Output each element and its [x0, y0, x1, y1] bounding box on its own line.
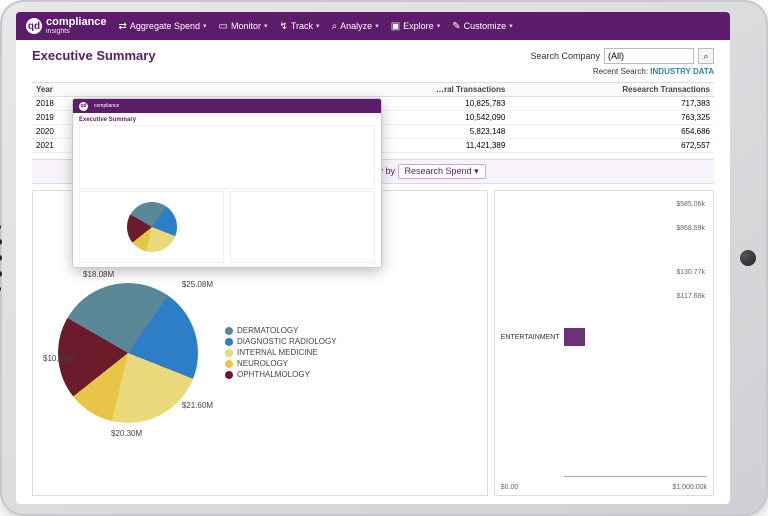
recent-search-value[interactable]: INDUSTRY DATA [650, 67, 714, 76]
col-ral-transactions[interactable]: …ral Transactions [301, 85, 506, 94]
chevron-down-icon: ▾ [203, 22, 207, 30]
search-icon: ⌕ [703, 51, 708, 62]
monitor-icon: ▭ [219, 21, 228, 32]
brand-name: compliance [46, 17, 107, 28]
legend-item[interactable]: NEUROLOGY [225, 359, 337, 368]
cell-research: 672,557 [505, 141, 710, 150]
xaxis-min: $0.00 [501, 484, 519, 491]
pie-graphic [58, 283, 198, 423]
brand-logo-icon: qd [26, 18, 42, 34]
tablet-home-button[interactable] [740, 250, 756, 266]
nav-analyze[interactable]: ⌕ Analyze ▾ [332, 21, 379, 32]
nav-label: Track [291, 21, 313, 31]
swatch-icon [225, 327, 233, 335]
tablet-frame: qd compliance insights ⇄ Aggregate Spend… [0, 0, 768, 516]
table-header: Year …ral Transactions Research Transact… [32, 83, 714, 97]
legend-label: NEUROLOGY [237, 359, 288, 368]
analyze-icon: ⌕ [332, 21, 338, 32]
search-button[interactable]: ⌕ [698, 48, 714, 64]
cell-research: 654,686 [505, 127, 710, 136]
overlay-mini-pie-panel [79, 191, 224, 263]
legend-label: DERMATOLOGY [237, 326, 299, 335]
nav-customize[interactable]: ✎ Customize ▾ [452, 21, 512, 32]
col-research-transactions[interactable]: Research Transactions [505, 85, 710, 94]
slice-label-ophthalmology: $18.08M [83, 270, 114, 279]
overlay-title: Executive Summary [79, 117, 375, 123]
overlay-topbar: qd compliance [73, 99, 381, 113]
app-screen: qd compliance insights ⇄ Aggregate Spend… [16, 12, 730, 504]
ytick: $130.77k [676, 269, 705, 276]
swatch-icon [225, 371, 233, 379]
overlay-body: Executive Summary [73, 113, 381, 267]
nav-label: Aggregate Spend [130, 21, 200, 31]
brand[interactable]: qd compliance insights [26, 17, 107, 35]
overlay-mini-right-panel [230, 191, 375, 263]
brand-logo-icon: qd [79, 102, 88, 111]
specialty-by-value: Research Spend [405, 166, 472, 176]
legend-item[interactable]: INTERNAL MEDICINE [225, 348, 337, 357]
hbar-plot[interactable]: $585.06k $868.59k $130.77k $117.68k [564, 197, 707, 477]
overlay-mini-pie [127, 202, 177, 252]
legend-item[interactable]: OPHTHALMOLOGY [225, 370, 337, 379]
chevron-down-icon: ▾ [437, 22, 441, 30]
cell-research: 763,325 [505, 113, 710, 122]
nav-track[interactable]: ↯ Track ▾ [279, 21, 319, 32]
chevron-down-icon: ▾ [509, 22, 513, 30]
pie-legend: DERMATOLOGY DIAGNOSTIC RADIOLOGY INTERNA… [225, 326, 337, 379]
aggregate-spend-icon: ⇄ [119, 21, 127, 32]
nav-label: Customize [464, 21, 507, 31]
slice-label-neurology: $10.13M [43, 354, 74, 363]
customize-icon: ✎ [452, 21, 460, 32]
ytick: $585.06k [676, 201, 705, 208]
chevron-down-icon: ▾ [264, 22, 268, 30]
swatch-icon [225, 349, 233, 357]
recent-search-label: Recent Search: [593, 67, 648, 76]
legend-label: OPHTHALMOLOGY [237, 370, 310, 379]
chevron-down-icon: ▾ [316, 22, 320, 30]
legend-label: DIAGNOSTIC RADIOLOGY [237, 337, 337, 346]
col-year[interactable]: Year [36, 85, 96, 94]
cell-research: 717,383 [505, 99, 710, 108]
chevron-down-icon: ▾ [375, 22, 379, 30]
slice-label-diagnostic-radiology: $20.30M [111, 429, 142, 438]
page-title: Executive Summary [32, 48, 156, 63]
nav-explore[interactable]: ▣ Explore ▾ [391, 21, 440, 32]
tablet-speaker-dots [0, 225, 2, 291]
top-nav-bar: qd compliance insights ⇄ Aggregate Spend… [16, 12, 730, 40]
nav-label: Analyze [340, 21, 372, 31]
track-icon: ↯ [279, 21, 287, 32]
nav-aggregate-spend[interactable]: ⇄ Aggregate Spend ▾ [119, 21, 207, 32]
search-area: Search Company ⌕ Recent Search: INDUSTRY… [530, 48, 714, 76]
search-input[interactable] [604, 48, 694, 64]
swatch-icon [225, 338, 233, 346]
ytick: $117.68k [677, 293, 705, 300]
swatch-icon [225, 360, 233, 368]
ytick: $868.59k [676, 225, 705, 232]
legend-label: INTERNAL MEDICINE [237, 348, 318, 357]
overlay-mini-table [79, 125, 375, 189]
overlay-mini-dashboard[interactable]: qd compliance Executive Summary [72, 98, 382, 268]
nav-monitor[interactable]: ▭ Monitor ▾ [219, 21, 268, 32]
nav-label: Explore [403, 21, 434, 31]
brand-subtitle: insights [46, 28, 107, 35]
recent-search-line: Recent Search: INDUSTRY DATA [530, 67, 714, 76]
chevron-down-icon: ▾ [474, 166, 479, 176]
slice-label-internal-medicine: $21.60M [182, 401, 213, 410]
legend-item[interactable]: DIAGNOSTIC RADIOLOGY [225, 337, 337, 346]
slice-label-dermatology: $25.08M [182, 280, 213, 289]
content-area: Executive Summary Search Company ⌕ Recen… [16, 40, 730, 504]
specialty-by-dropdown[interactable]: Research Spend ▾ [398, 164, 486, 179]
nav-label: Monitor [231, 21, 261, 31]
overlay-brand-name: compliance [94, 103, 119, 109]
legend-item[interactable]: DERMATOLOGY [225, 326, 337, 335]
explore-icon: ▣ [391, 21, 400, 32]
hbar [564, 328, 586, 346]
search-label: Search Company [530, 51, 600, 61]
hbar-xaxis: $0.00 $1,000.00k [501, 484, 707, 491]
entertainment-bar-panel: ENTERTAINMENT $585.06k $868.59k $130.77k… [494, 190, 714, 496]
hbar-category-label: ENTERTAINMENT [501, 334, 560, 341]
header-row: Executive Summary Search Company ⌕ Recen… [32, 48, 714, 76]
xaxis-max: $1,000.00k [672, 484, 707, 491]
pie-chart[interactable]: $18.08M $25.08M $21.60M $20.30M $10.13M [43, 268, 213, 438]
